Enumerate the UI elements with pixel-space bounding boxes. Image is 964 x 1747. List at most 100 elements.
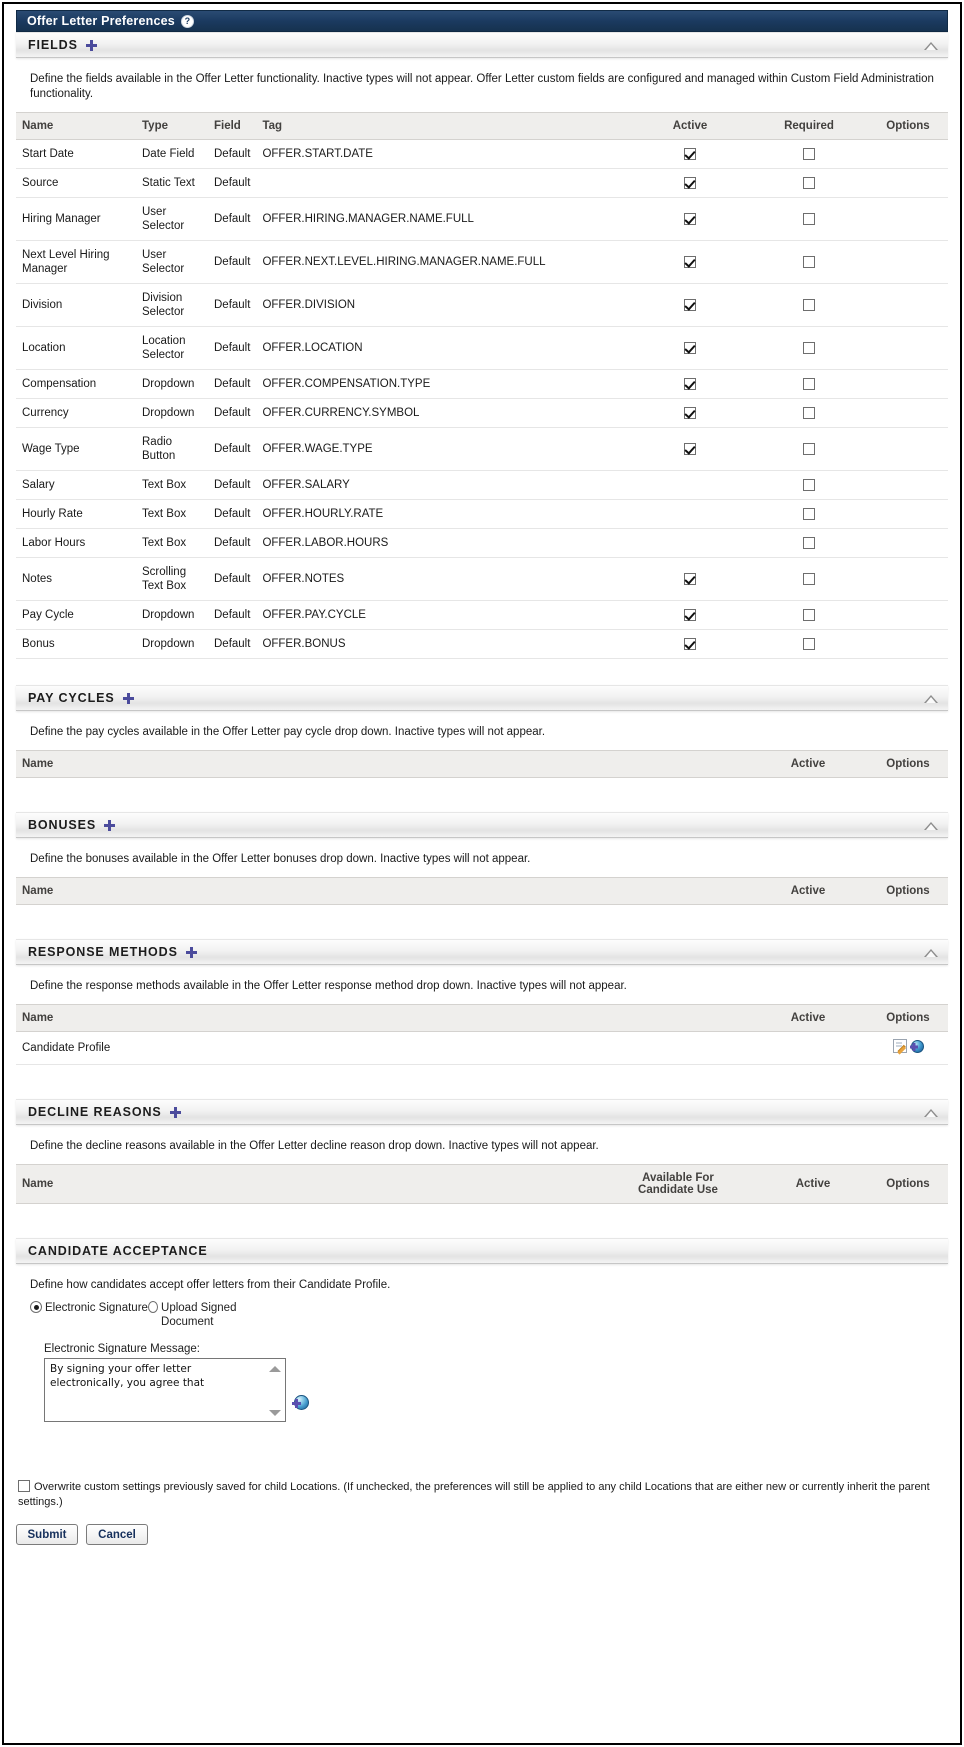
table-row: Bonus Dropdown Default OFFER.BONUS [16, 629, 948, 659]
field-name-cell: Labor Hours [16, 528, 136, 558]
help-icon[interactable]: ? [180, 14, 194, 28]
electronic-signature-message-input[interactable]: By signing your offer letter electronica… [44, 1358, 286, 1422]
field-field-cell: Default [208, 499, 257, 529]
field-active-cell [630, 528, 750, 558]
active-checkbox[interactable] [684, 255, 696, 268]
active-checkbox[interactable] [684, 377, 696, 390]
pay-cycles-table: Name Active Options [16, 750, 948, 778]
active-checkbox[interactable] [684, 147, 696, 160]
field-options-cell [868, 168, 948, 198]
required-checkbox[interactable] [803, 147, 815, 160]
field-tag-cell: OFFER.HIRING.MANAGER.NAME.FULL [256, 197, 630, 241]
field-type-cell: Scrolling Text Box [136, 557, 208, 601]
field-tag-cell: OFFER.WAGE.TYPE [256, 427, 630, 471]
add-response-method-icon[interactable] [185, 946, 197, 958]
field-required-cell [750, 629, 868, 659]
globe-add-icon[interactable] [909, 1039, 924, 1053]
required-checkbox[interactable] [803, 176, 815, 189]
active-checkbox[interactable] [684, 637, 696, 650]
active-checkbox[interactable] [684, 608, 696, 621]
required-checkbox[interactable] [803, 298, 815, 311]
field-required-cell [750, 398, 868, 428]
collapse-chevron-up-icon[interactable] [924, 947, 938, 958]
collapse-chevron-up-icon[interactable] [924, 820, 938, 831]
field-name-cell: Location [16, 326, 136, 370]
edit-icon[interactable] [892, 1039, 907, 1053]
add-decline-reason-icon[interactable] [169, 1106, 181, 1118]
required-checkbox[interactable] [803, 536, 815, 549]
active-checkbox[interactable] [684, 212, 696, 225]
field-required-cell [750, 499, 868, 529]
add-pay-cycle-icon[interactable] [122, 692, 134, 704]
section-header-bonuses[interactable]: BONUSES [16, 812, 948, 838]
required-checkbox[interactable] [803, 406, 815, 419]
active-checkbox[interactable] [684, 176, 696, 189]
section-header-fields[interactable]: FIELDS [16, 32, 948, 58]
active-checkbox[interactable] [684, 298, 696, 311]
table-row: Next Level Hiring Manager User Selector De… [16, 240, 948, 284]
scroll-down-arrow-icon[interactable] [269, 1410, 281, 1416]
collapse-chevron-up-icon[interactable] [924, 1107, 938, 1118]
radio-upload-signed-document-icon[interactable] [148, 1301, 159, 1313]
pay-cycles-description: Define the pay cycles available in the O… [30, 726, 546, 738]
active-checkbox[interactable] [684, 406, 696, 419]
section-header-response-methods[interactable]: RESPONSE METHODS [16, 939, 948, 965]
table-row: Source Static Text Default [16, 168, 948, 198]
field-type-cell: Text Box [136, 499, 208, 529]
required-checkbox[interactable] [803, 608, 815, 621]
field-required-cell [750, 283, 868, 327]
table-row: Currency Dropdown Default OFFER.CURRENCY.SY… [16, 398, 948, 428]
required-checkbox[interactable] [803, 442, 815, 455]
required-checkbox[interactable] [803, 507, 815, 520]
add-bonus-icon[interactable] [104, 819, 116, 831]
table-header-row: Name Active Options [16, 877, 948, 905]
field-type-cell: Dropdown [136, 600, 208, 630]
field-type-cell: Date Field [136, 139, 208, 169]
submit-button[interactable]: Submit [16, 1524, 78, 1545]
col-options: Options [868, 1004, 948, 1032]
required-checkbox[interactable] [803, 572, 815, 585]
field-field-cell: Default [208, 326, 257, 370]
required-checkbox[interactable] [803, 212, 815, 225]
window-title-bar: Offer Letter Preferences ? [16, 10, 948, 32]
col-options: Options [868, 112, 948, 140]
required-checkbox[interactable] [803, 377, 815, 390]
required-checkbox[interactable] [803, 478, 815, 491]
radio-electronic-signature-icon[interactable] [30, 1301, 42, 1313]
decline-reasons-description: Define the decline reasons available in … [30, 1140, 599, 1152]
field-field-cell: Default [208, 240, 257, 284]
field-field-cell: Default [208, 600, 257, 630]
add-field-icon[interactable] [85, 39, 97, 51]
col-active: Active [630, 112, 750, 140]
field-options-cell [868, 197, 948, 241]
active-checkbox[interactable] [684, 442, 696, 455]
decline-reasons-table: Name Available For Candidate Use Active … [16, 1164, 948, 1204]
field-tag-cell [256, 168, 630, 198]
collapse-chevron-up-icon[interactable] [924, 693, 938, 704]
collapse-chevron-up-icon[interactable] [924, 40, 938, 51]
radio-option-upload-signed-document[interactable]: Upload Signed Document [148, 1301, 266, 1329]
overwrite-settings-checkbox[interactable] [18, 1480, 30, 1492]
scroll-up-arrow-icon[interactable] [269, 1366, 281, 1372]
field-type-cell: Radio Button [136, 427, 208, 471]
section-header-candidate-acceptance: CANDIDATE ACCEPTANCE [16, 1238, 948, 1264]
section-title-fields: FIELDS [28, 38, 78, 52]
required-checkbox[interactable] [803, 637, 815, 650]
active-checkbox[interactable] [684, 572, 696, 585]
col-field: Field [208, 112, 257, 140]
required-checkbox[interactable] [803, 255, 815, 268]
section-header-pay-cycles[interactable]: PAY CYCLES [16, 685, 948, 711]
textarea-scrollbar[interactable] [267, 1362, 283, 1420]
field-options-cell [868, 600, 948, 630]
radio-option-electronic-signature[interactable]: Electronic Signature [30, 1301, 148, 1329]
cancel-button[interactable]: Cancel [86, 1524, 148, 1545]
radio-label-upload-signed-document: Upload Signed Document [161, 1302, 237, 1328]
field-active-cell [630, 197, 750, 241]
field-tag-cell: OFFER.HOURLY.RATE [256, 499, 630, 529]
required-checkbox[interactable] [803, 341, 815, 354]
field-field-cell: Default [208, 470, 257, 500]
field-name-cell: Pay Cycle [16, 600, 136, 630]
globe-add-icon[interactable] [292, 1394, 309, 1411]
active-checkbox[interactable] [684, 341, 696, 354]
section-header-decline-reasons[interactable]: DECLINE REASONS [16, 1099, 948, 1125]
